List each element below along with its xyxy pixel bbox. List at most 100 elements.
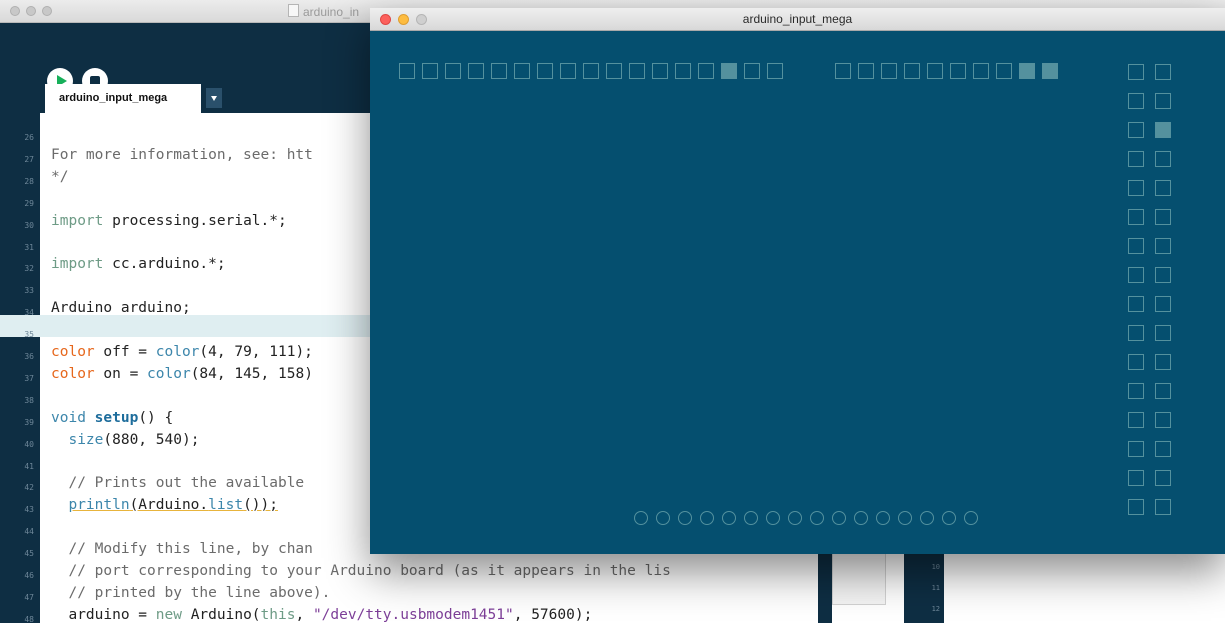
digital-pin-toggle[interactable]	[1128, 64, 1144, 80]
digital-pin-toggle[interactable]	[996, 63, 1012, 79]
digital-pin-toggle[interactable]	[1155, 267, 1171, 283]
digital-pin-toggle[interactable]	[767, 63, 783, 79]
line-number-gutter	[0, 113, 40, 623]
code-token: Arduino(	[181, 606, 261, 623]
digital-pin-toggle[interactable]	[1155, 470, 1171, 486]
digital-pin-toggle[interactable]	[881, 63, 897, 79]
digital-pin-toggle[interactable]	[1128, 209, 1144, 225]
line-number: 46	[24, 571, 34, 580]
digital-pin-toggle[interactable]	[399, 63, 415, 79]
sketch-minimize-button[interactable]	[398, 14, 409, 25]
digital-pin-toggle[interactable]	[1128, 180, 1144, 196]
digital-pin-toggle[interactable]	[1155, 180, 1171, 196]
digital-pin-toggle[interactable]	[1155, 64, 1171, 80]
digital-pin-toggle[interactable]	[1155, 383, 1171, 399]
digital-pin-toggle[interactable]	[537, 63, 553, 79]
digital-pin-toggle[interactable]	[1155, 122, 1171, 138]
digital-pin-toggle[interactable]	[583, 63, 599, 79]
code-line: color on = color(84, 145, 158)	[51, 366, 313, 382]
digital-pin-toggle[interactable]	[1155, 151, 1171, 167]
digital-pin-toggle[interactable]	[1128, 238, 1144, 254]
digital-pin-toggle[interactable]	[698, 63, 714, 79]
code-token: color	[147, 365, 191, 382]
digital-pin-toggle[interactable]	[835, 63, 851, 79]
digital-pin-toggle[interactable]	[1128, 470, 1144, 486]
code-token: processing.serial.*;	[103, 212, 287, 229]
digital-pin-toggle[interactable]	[1155, 296, 1171, 312]
code-line: For more information, see: htt	[51, 147, 313, 163]
digital-pin-toggle[interactable]	[1128, 122, 1144, 138]
code-line: // Prints out the available	[51, 475, 304, 491]
digital-pin-toggle[interactable]	[1128, 499, 1144, 515]
console-strip	[818, 553, 832, 623]
digital-pin-toggle[interactable]	[950, 63, 966, 79]
digital-pin-toggle[interactable]	[1019, 63, 1035, 79]
digital-pin-toggle[interactable]	[1128, 267, 1144, 283]
digital-pin-toggle[interactable]	[1155, 354, 1171, 370]
line-number: 40	[24, 439, 34, 449]
digital-pin-toggle[interactable]	[1155, 209, 1171, 225]
line-number: 36	[24, 352, 34, 361]
digital-pin-toggle[interactable]	[973, 63, 989, 79]
code-token: , 57600);	[513, 606, 593, 623]
ide-minimize-button[interactable]	[26, 6, 36, 16]
digital-pin-toggle[interactable]	[652, 63, 668, 79]
digital-pin-toggle[interactable]	[744, 63, 760, 79]
line-number: 41	[24, 461, 34, 471]
tab-arduino-input-mega[interactable]: arduino_input_mega	[45, 84, 201, 113]
code-line: // Modify this line, by chan	[51, 541, 312, 557]
digital-pin-toggle[interactable]	[1155, 93, 1171, 109]
ide-zoom-button[interactable]	[42, 6, 52, 16]
ide-window-title-text: arduino_in	[303, 5, 360, 19]
analog-pin-indicator	[766, 511, 780, 525]
analog-pin-indicator	[656, 511, 670, 525]
sketch-window: arduino_input_mega	[370, 8, 1225, 554]
digital-pin-toggle[interactable]	[1128, 93, 1144, 109]
code-token: ,	[295, 606, 313, 623]
analog-pin-indicator	[832, 511, 846, 525]
digital-pin-toggle[interactable]	[491, 63, 507, 79]
line-number: 39	[24, 417, 34, 427]
code-token: ());	[243, 497, 278, 514]
digital-pin-toggle[interactable]	[1155, 238, 1171, 254]
digital-pin-toggle[interactable]	[422, 63, 438, 79]
digital-pin-toggle[interactable]	[560, 63, 576, 79]
code-line: Arduino arduino;	[51, 300, 191, 316]
digital-pin-toggle[interactable]	[721, 63, 737, 79]
line-number: 31	[24, 242, 34, 252]
code-line: import cc.arduino.*;	[51, 256, 226, 272]
digital-pin-toggle[interactable]	[1155, 441, 1171, 457]
digital-pin-toggle[interactable]	[1042, 63, 1058, 79]
sketch-zoom-button[interactable]	[416, 14, 427, 25]
digital-pin-toggle[interactable]	[445, 63, 461, 79]
digital-pin-toggle[interactable]	[1155, 325, 1171, 341]
tab-menu-dropdown-icon[interactable]	[206, 88, 222, 108]
digital-pin-toggle[interactable]	[1128, 325, 1144, 341]
digital-pin-toggle[interactable]	[1128, 296, 1144, 312]
digital-pin-toggle[interactable]	[514, 63, 530, 79]
line-number: 34	[24, 308, 34, 318]
digital-pin-toggle[interactable]	[606, 63, 622, 79]
digital-pin-toggle[interactable]	[1128, 441, 1144, 457]
digital-pin-toggle[interactable]	[1128, 383, 1144, 399]
digital-pin-toggle[interactable]	[1128, 354, 1144, 370]
digital-pin-toggle[interactable]	[1128, 412, 1144, 428]
digital-pin-toggle[interactable]	[927, 63, 943, 79]
digital-pin-toggle[interactable]	[904, 63, 920, 79]
sketch-close-button[interactable]	[380, 14, 391, 25]
sketch-titlebar[interactable]: arduino_input_mega	[370, 8, 1225, 31]
digital-pin-toggle[interactable]	[1155, 412, 1171, 428]
ide-close-button[interactable]	[10, 6, 20, 16]
console-line-number: 12	[931, 605, 940, 613]
code-token: (880, 540);	[103, 431, 200, 448]
digital-pin-toggle[interactable]	[468, 63, 484, 79]
digital-pin-toggle[interactable]	[675, 63, 691, 79]
digital-pin-toggle[interactable]	[629, 63, 645, 79]
digital-pin-toggle[interactable]	[858, 63, 874, 79]
digital-pin-toggle[interactable]	[1128, 151, 1144, 167]
digital-pin-toggle[interactable]	[1155, 499, 1171, 515]
code-line: color off = color(4, 79, 111);	[51, 344, 313, 360]
